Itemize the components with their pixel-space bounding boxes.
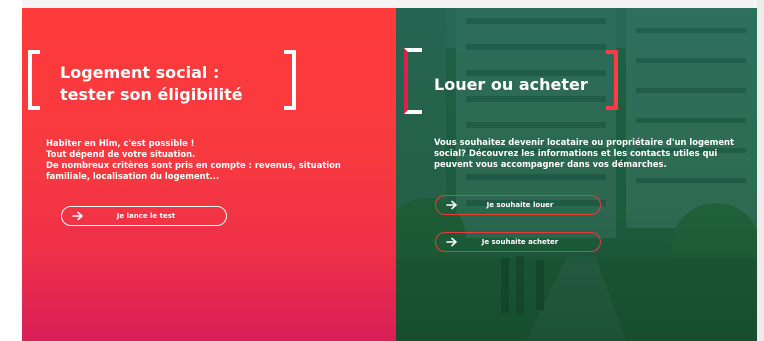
bracket-open-icon <box>28 50 40 110</box>
buy-button-label: Je souhaite acheter <box>481 238 559 246</box>
start-test-button[interactable]: Je lance le test <box>61 206 227 226</box>
left-gutter <box>0 0 22 341</box>
bracket-close-icon <box>284 50 296 110</box>
rent-buy-description: Vous souhaitez devenir locataire ou prop… <box>434 137 752 170</box>
arrow-right-icon <box>446 200 457 210</box>
arrow-right-icon <box>446 237 457 247</box>
eligibility-description: Habiter en Hlm, c'est possible ! Tout dé… <box>46 138 386 182</box>
eligibility-desc-line1: Habiter en Hlm, c'est possible ! <box>46 138 195 148</box>
eligibility-desc-line2: Tout dépend de votre situation. <box>46 149 196 159</box>
eligibility-title: Logement social : tester son éligibilité <box>60 62 280 106</box>
rent-buy-desc-line3: peuvent vous accompagner dans vos démarc… <box>434 159 667 169</box>
rent-buy-title: Louer ou acheter <box>434 75 588 94</box>
buy-button[interactable]: Je souhaite acheter <box>435 232 601 252</box>
rent-button[interactable]: Je souhaite louer <box>435 195 601 215</box>
eligibility-title-line1: Logement social : <box>60 63 220 82</box>
rent-buy-desc-line1: Vous souhaitez devenir locataire ou prop… <box>434 137 734 147</box>
eligibility-desc-line3: De nombreux critères sont pris en compte… <box>46 160 341 170</box>
rent-or-buy-panel: Louer ou acheter Vous souhaitez devenir … <box>396 8 757 341</box>
rent-buy-desc-line2: social? Découvrez les informations et le… <box>434 148 718 158</box>
start-test-label: Je lance le test <box>116 212 176 220</box>
eligibility-panel: Logement social : tester son éligibilité… <box>22 8 396 341</box>
bracket-open-icon <box>404 48 422 114</box>
eligibility-title-line2: tester son éligibilité <box>60 85 243 104</box>
rent-button-label: Je souhaite louer <box>486 201 554 209</box>
arrow-right-icon <box>72 211 83 221</box>
scrollbar-track[interactable] <box>757 0 764 341</box>
eligibility-desc-line4: familiale, localisation du logement... <box>46 171 220 181</box>
photo-overlay <box>396 8 757 341</box>
